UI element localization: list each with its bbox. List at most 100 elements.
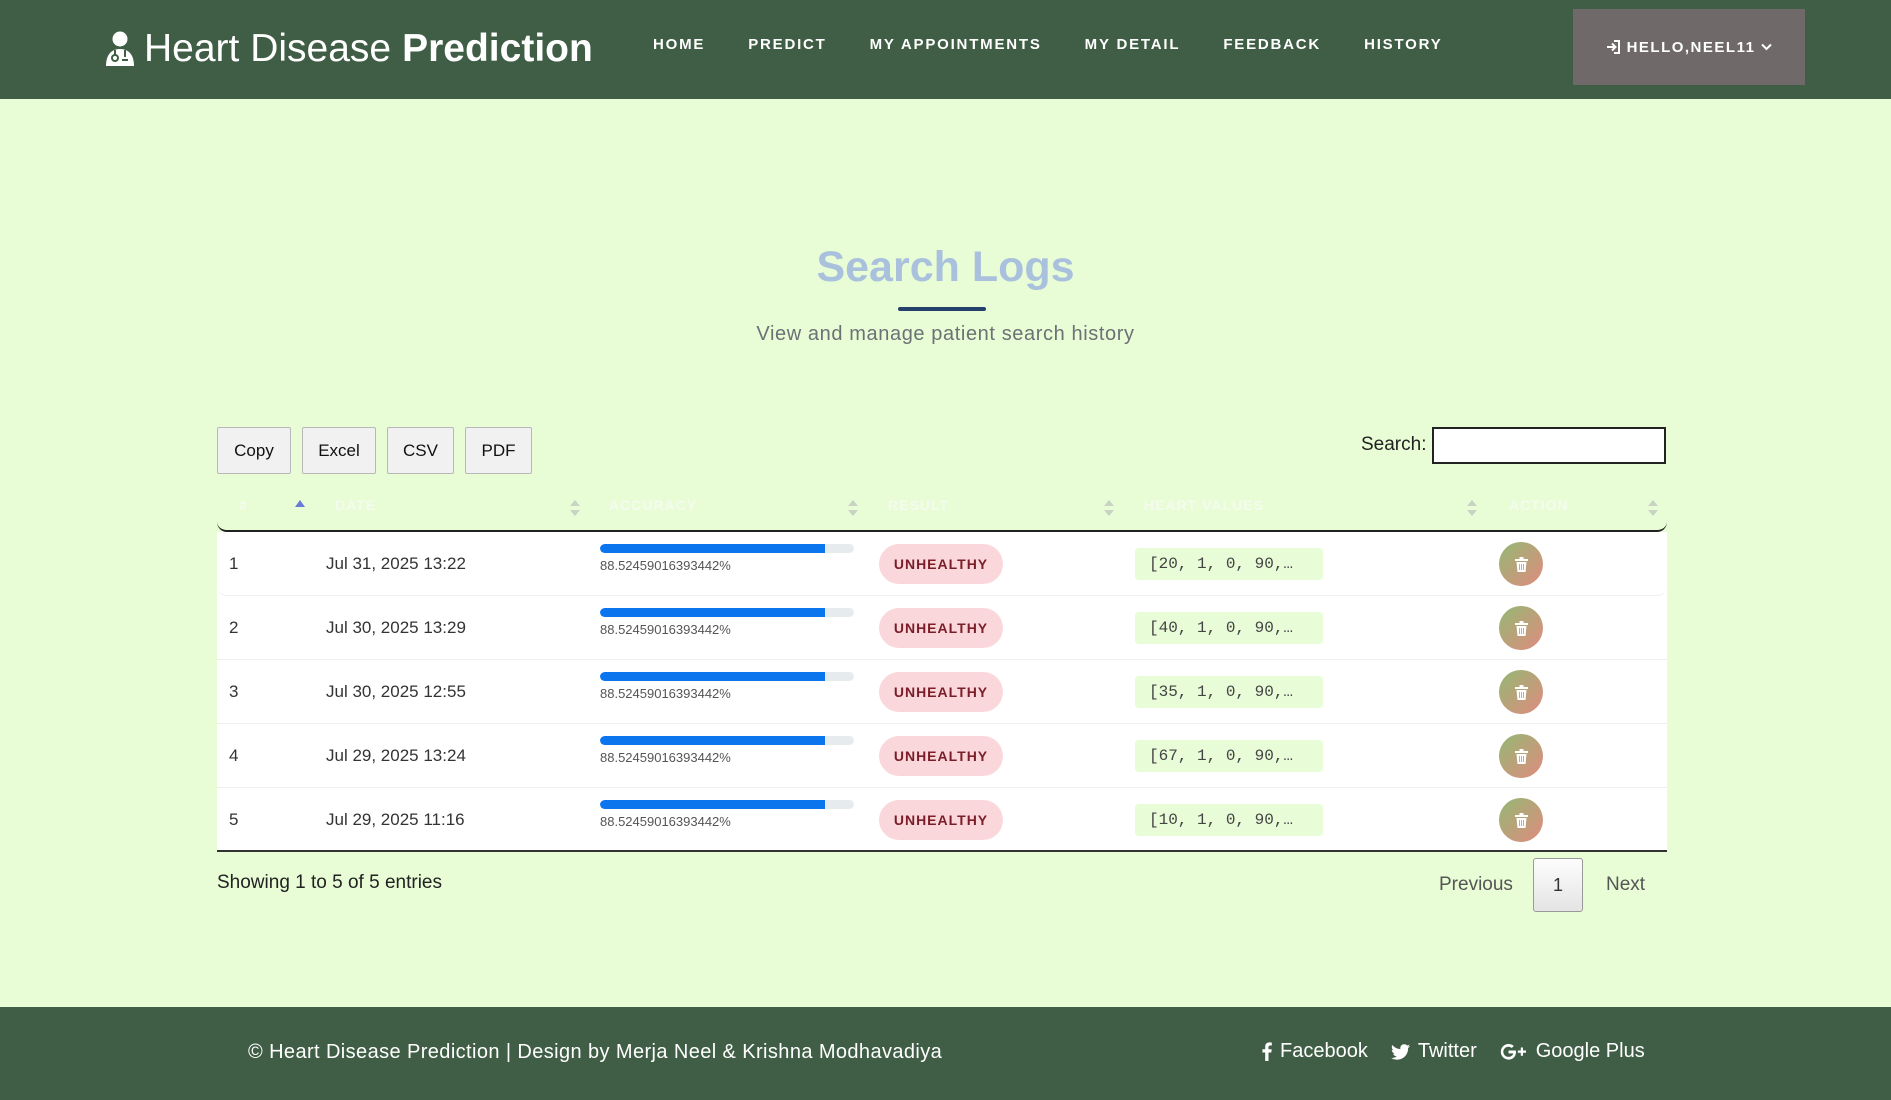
column-header-action[interactable]: ACTION [1509, 497, 1569, 513]
result-badge: UNHEALTHY [879, 736, 1003, 776]
sign-in-icon [1606, 40, 1620, 54]
search-input[interactable] [1432, 427, 1666, 464]
accuracy-value: 88.52459016393442% [600, 814, 731, 829]
twitter-label: Twitter [1417, 1040, 1477, 1062]
column-header-heart-values[interactable]: HEART VALUES [1144, 497, 1264, 513]
result-badge: UNHEALTHY [879, 800, 1003, 840]
accuracy-bar-fill [600, 608, 825, 617]
table-row[interactable]: 3 Jul 30, 2025 12:55 88.52459016393442% … [217, 660, 1667, 724]
result-badge: UNHEALTHY [879, 672, 1003, 712]
nav-home[interactable]: HOME [653, 34, 705, 56]
accuracy-bar-fill [600, 736, 825, 745]
pdf-button[interactable]: PDF [465, 427, 532, 474]
google-plus-link[interactable]: Google Plus [1500, 1040, 1645, 1063]
user-greeting: HELLO,NEEL11 [1626, 38, 1756, 56]
nav-feedback[interactable]: FEEDBACK [1223, 34, 1321, 56]
brand-name-part2: Prediction [402, 27, 593, 70]
column-header-number[interactable]: # [239, 497, 248, 513]
table-info: Showing 1 to 5 of 5 entries [217, 872, 442, 893]
accuracy-value: 88.52459016393442% [600, 558, 731, 573]
heart-values: [10, 1, 0, 90,… [1135, 804, 1323, 836]
row-date: Jul 31, 2025 13:22 [326, 554, 466, 573]
delete-button[interactable] [1499, 798, 1543, 842]
nav-my-appointments[interactable]: MY APPOINTMENTS [870, 34, 1042, 56]
row-number: 4 [229, 746, 239, 765]
trash-icon [1514, 556, 1528, 572]
next-page-button[interactable]: Next [1606, 874, 1645, 896]
accuracy-value: 88.52459016393442% [600, 686, 731, 701]
user-menu-button[interactable]: HELLO,NEEL11 [1573, 9, 1805, 85]
sort-icon[interactable] [1467, 498, 1477, 518]
csv-button[interactable]: CSV [387, 427, 454, 474]
delete-button[interactable] [1499, 542, 1543, 586]
sort-icon[interactable] [570, 498, 580, 518]
facebook-label: Facebook [1280, 1040, 1368, 1062]
accuracy-bar [600, 736, 854, 745]
row-number: 1 [229, 554, 239, 573]
result-badge: UNHEALTHY [879, 608, 1003, 648]
delete-button[interactable] [1499, 606, 1543, 650]
row-number: 3 [229, 682, 239, 701]
heart-values: [67, 1, 0, 90,… [1135, 740, 1323, 772]
footer: © Heart Disease Prediction | Design by M… [0, 1007, 1891, 1100]
trash-icon [1514, 812, 1528, 828]
chevron-down-icon [1761, 43, 1773, 51]
sort-icon[interactable] [848, 498, 858, 518]
accuracy-value: 88.52459016393442% [600, 622, 731, 637]
row-date: Jul 29, 2025 11:16 [326, 810, 465, 829]
column-header-accuracy[interactable]: ACCURACY [609, 497, 697, 513]
row-number: 2 [229, 618, 239, 637]
social-links: Facebook Twitter Google Plus [1262, 1040, 1645, 1063]
heart-values: [35, 1, 0, 90,… [1135, 676, 1323, 708]
row-date: Jul 29, 2025 13:24 [326, 746, 466, 765]
twitter-icon [1390, 1043, 1410, 1060]
sort-icon[interactable] [1104, 498, 1114, 518]
result-badge: UNHEALTHY [879, 544, 1003, 584]
page-subtitle: View and manage patient search history [756, 323, 1135, 345]
navbar: Heart Disease Prediction HOME PREDICT MY… [0, 0, 1891, 99]
copyright-text: © Heart Disease Prediction | Design by M… [248, 1041, 943, 1063]
excel-button[interactable]: Excel [302, 427, 376, 474]
search-label: Search: [1361, 434, 1427, 455]
table-body: 1 Jul 31, 2025 13:22 88.52459016393442% … [217, 532, 1667, 852]
previous-page-button[interactable]: Previous [1439, 874, 1513, 896]
title-underline [898, 307, 986, 311]
facebook-link[interactable]: Facebook [1262, 1040, 1368, 1063]
brand-logo[interactable]: Heart Disease Prediction [104, 24, 593, 74]
row-date: Jul 30, 2025 12:55 [326, 682, 466, 701]
column-header-result[interactable]: RESULT [888, 497, 949, 513]
nav-menu: HOME PREDICT MY APPOINTMENTS MY DETAIL F… [653, 34, 1486, 56]
brand-name-part1: Heart Disease [144, 27, 392, 70]
google-plus-label: Google Plus [1535, 1040, 1645, 1062]
trash-icon [1514, 748, 1528, 764]
accuracy-bar [600, 800, 854, 809]
table-row[interactable]: 5 Jul 29, 2025 11:16 88.52459016393442% … [217, 788, 1667, 852]
table-row[interactable]: 2 Jul 30, 2025 13:29 88.52459016393442% … [217, 596, 1667, 660]
column-header-date[interactable]: DATE [335, 497, 376, 513]
sort-icon[interactable] [1648, 498, 1658, 518]
page-title: Search Logs [816, 243, 1075, 291]
nav-my-detail[interactable]: MY DETAIL [1085, 34, 1181, 56]
delete-button[interactable] [1499, 734, 1543, 778]
accuracy-bar-fill [600, 544, 825, 553]
heart-values: [40, 1, 0, 90,… [1135, 612, 1323, 644]
accuracy-bar [600, 608, 854, 617]
accuracy-value: 88.52459016393442% [600, 750, 731, 765]
accuracy-bar [600, 544, 854, 553]
google-plus-icon [1500, 1043, 1526, 1060]
table-header: # DATE ACCURACY RESULT HEART VALUES ACTI… [217, 490, 1667, 532]
table-row[interactable]: 4 Jul 29, 2025 13:24 88.52459016393442% … [217, 724, 1667, 788]
facebook-icon [1262, 1042, 1272, 1061]
sort-asc-icon[interactable] [295, 498, 305, 518]
heart-values: [20, 1, 0, 90,… [1135, 548, 1323, 580]
nav-predict[interactable]: PREDICT [748, 34, 826, 56]
accuracy-bar-fill [600, 672, 825, 681]
nav-history[interactable]: HISTORY [1364, 34, 1442, 56]
delete-button[interactable] [1499, 670, 1543, 714]
copy-button[interactable]: Copy [217, 427, 291, 474]
page-1-button[interactable]: 1 [1533, 858, 1583, 912]
accuracy-bar-fill [600, 800, 825, 809]
trash-icon [1514, 620, 1528, 636]
table-row[interactable]: 1 Jul 31, 2025 13:22 88.52459016393442% … [217, 532, 1667, 596]
twitter-link[interactable]: Twitter [1390, 1040, 1477, 1063]
